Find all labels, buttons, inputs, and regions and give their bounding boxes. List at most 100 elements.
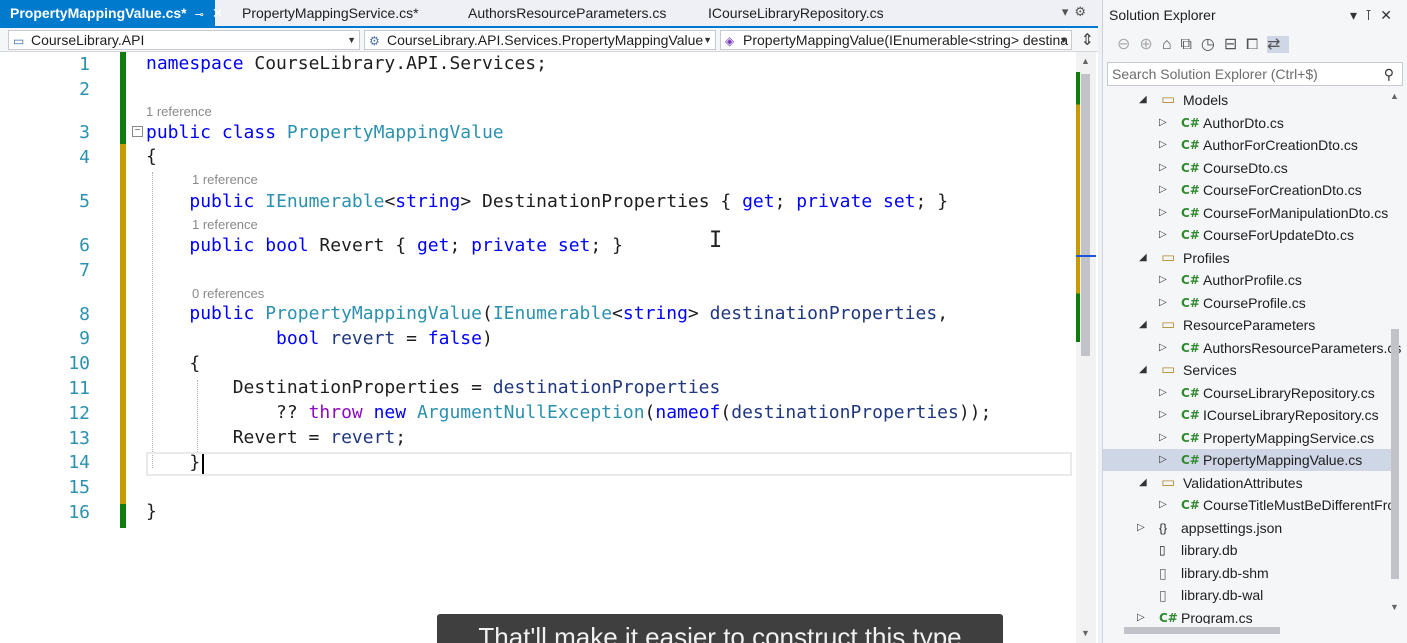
tab-property-mapping-service[interactable]: PropertyMappingService.cs* <box>232 0 442 26</box>
collapsed-arrow-icon[interactable]: ▷ <box>1159 157 1167 179</box>
close-icon[interactable]: ✕ <box>1380 7 1400 23</box>
tree-item[interactable]: ▷ C# Program.cs <box>1103 607 1393 625</box>
expanded-arrow-icon[interactable]: ◢ <box>1139 472 1147 494</box>
tree-item[interactable]: ▷ C# CourseForManipulationDto.cs <box>1103 202 1393 224</box>
tree-item[interactable]: ▷ C# AuthorProfile.cs <box>1103 269 1393 291</box>
scrollbar-thumb[interactable] <box>1391 329 1399 579</box>
scroll-up-icon[interactable]: ▲ <box>1081 56 1090 66</box>
tab-authors-resource-parameters[interactable]: AuthorsResourceParameters.cs <box>458 0 688 26</box>
csharp-file-icon: C# <box>1181 138 1200 152</box>
collapsed-arrow-icon[interactable]: ▷ <box>1137 607 1145 625</box>
solution-search-input[interactable]: Search Solution Explorer (Ctrl+$) ⚲ <box>1107 62 1403 86</box>
tab-property-mapping-value[interactable]: PropertyMappingValue.cs* ⊸ ✕ <box>0 0 224 26</box>
codelens-references[interactable]: 0 references <box>192 286 264 301</box>
expanded-arrow-icon[interactable]: ◢ <box>1139 359 1147 381</box>
sync-with-document-icon[interactable]: ⇄ <box>1267 36 1290 53</box>
show-all-files-icon[interactable]: ⧠ <box>1246 36 1267 53</box>
tree-item-label: AuthorDto.cs <box>1203 114 1284 131</box>
collapsed-arrow-icon[interactable]: ▷ <box>1159 269 1167 291</box>
collapsed-arrow-icon[interactable]: ▷ <box>1159 427 1167 449</box>
settings-gear-icon[interactable]: ⚙ <box>1074 4 1092 19</box>
tree-item-label: CourseDto.cs <box>1203 159 1288 176</box>
tree-item[interactable]: ▷ C# CourseProfile.cs <box>1103 292 1393 314</box>
saved-change-marker <box>120 52 126 96</box>
scrollbar-thumb[interactable] <box>1081 74 1090 356</box>
line-number: 14 <box>68 452 90 473</box>
pin-icon[interactable]: ⊸ <box>195 9 204 21</box>
project-dropdown[interactable]: ▭ CourseLibrary.API ▼ <box>8 30 360 50</box>
code-line-13: Revert = revert; <box>146 427 407 448</box>
scroll-up-icon[interactable]: ▲ <box>1390 91 1399 101</box>
scroll-down-icon[interactable]: ▼ <box>1390 602 1399 612</box>
code-text-area[interactable]: namespace CourseLibrary.API.Services; 1 … <box>146 52 1076 643</box>
file-icon: ▯ <box>1159 587 1167 603</box>
collapsed-arrow-icon[interactable]: ▷ <box>1159 112 1167 134</box>
collapsed-arrow-icon[interactable]: ▷ <box>1159 449 1167 471</box>
tree-item[interactable]: ◢ ▭ Profiles <box>1103 247 1393 269</box>
collapsed-arrow-icon[interactable]: ▷ <box>1159 202 1167 224</box>
codelens-references[interactable]: 1 reference <box>146 104 212 119</box>
tree-item[interactable]: ▷ C# PropertyMappingValue.cs <box>1103 449 1393 471</box>
tree-item[interactable]: ▷ C# AuthorDto.cs <box>1103 112 1393 134</box>
tree-item[interactable]: ▷ C# AuthorForCreationDto.cs <box>1103 134 1393 156</box>
forward-icon[interactable]: ⊕ <box>1139 36 1161 53</box>
collapsed-arrow-icon[interactable]: ▷ <box>1159 494 1167 516</box>
collapse-all-icon[interactable]: ⊟ <box>1224 36 1246 53</box>
tree-item[interactable]: ◢ ▭ Services <box>1103 359 1393 381</box>
tree-item[interactable]: ▷ C# CourseDto.cs <box>1103 157 1393 179</box>
tree-item[interactable]: ▷ {} appsettings.json <box>1103 517 1393 539</box>
code-line-12: ?? throw new ArgumentNullException(nameo… <box>146 402 992 423</box>
tree-item[interactable]: ▷ C# CourseTitleMustBeDifferentFro <box>1103 494 1395 516</box>
code-editor: PropertyMappingValue.cs* ⊸ ✕ PropertyMappi… <box>0 0 1098 643</box>
expanded-arrow-icon[interactable]: ◢ <box>1139 314 1147 336</box>
solution-explorer-title: Solution Explorer <box>1109 7 1216 23</box>
home-icon[interactable]: ⌂ <box>1162 36 1181 53</box>
tree-item[interactable]: ▷ C# ICourseLibraryRepository.cs <box>1103 404 1393 426</box>
switch-views-icon[interactable]: ⧉ <box>1180 36 1200 53</box>
collapsed-arrow-icon[interactable]: ▷ <box>1159 292 1167 314</box>
pin-icon[interactable]: ⊺ <box>1365 7 1380 23</box>
type-dropdown[interactable]: ⚙ CourseLibrary.API.Services.PropertyMapp… <box>364 30 716 50</box>
editor-vertical-scrollbar[interactable]: ▲ ▼ <box>1076 52 1096 643</box>
csharp-file-icon: C# <box>1181 205 1200 220</box>
split-editor-icon[interactable]: ⇕ <box>1081 30 1094 50</box>
tree-item[interactable]: ▯ library.db <box>1103 539 1393 561</box>
collapsed-arrow-icon[interactable]: ▷ <box>1137 517 1145 539</box>
tab-icourse-library-repository[interactable]: ICourseLibraryRepository.cs <box>698 0 928 26</box>
codelens-references[interactable]: 1 reference <box>192 172 258 187</box>
collapsed-arrow-icon[interactable]: ▷ <box>1159 337 1167 359</box>
search-icon[interactable]: ⚲ <box>1384 63 1394 85</box>
solution-explorer-vertical-scrollbar[interactable]: ▲ ▼ <box>1388 89 1402 624</box>
panel-menu-icon[interactable]: ▾ <box>1350 7 1365 23</box>
line-number: 3 <box>79 122 90 143</box>
tree-item[interactable]: ▷ C# PropertyMappingService.cs <box>1103 427 1393 449</box>
tab-list-dropdown-icon[interactable]: ▾ <box>1062 4 1075 19</box>
tree-item[interactable]: ▷ C# CourseLibraryRepository.cs <box>1103 382 1393 404</box>
close-icon[interactable]: ✕ <box>212 5 224 21</box>
scrollbar-thumb[interactable] <box>1124 627 1280 634</box>
solution-explorer-horizontal-scrollbar[interactable] <box>1108 624 1388 636</box>
member-dropdown[interactable]: ◈ PropertyMappingValue(IEnumerable<string… <box>720 30 1072 50</box>
back-icon[interactable]: ⊖ <box>1117 36 1139 53</box>
scroll-down-icon[interactable]: ▼ <box>1081 628 1090 638</box>
tree-item[interactable]: ▯ library.db-wal <box>1103 584 1393 606</box>
codelens-references[interactable]: 1 reference <box>192 217 258 232</box>
tree-item[interactable]: ◢ ▭ Models <box>1103 89 1393 111</box>
collapsed-arrow-icon[interactable]: ▷ <box>1159 382 1167 404</box>
tree-item[interactable]: ▷ C# CourseForCreationDto.cs <box>1103 179 1393 201</box>
expanded-arrow-icon[interactable]: ◢ <box>1139 247 1147 269</box>
collapsed-arrow-icon[interactable]: ▷ <box>1159 224 1167 246</box>
tree-item[interactable]: ▷ C# CourseForUpdateDto.cs <box>1103 224 1393 246</box>
tree-item[interactable]: ▷ C# AuthorsResourceParameters.cs <box>1103 337 1401 359</box>
pending-changes-icon[interactable]: ◷ <box>1201 36 1224 53</box>
collapsed-arrow-icon[interactable]: ▷ <box>1159 179 1167 201</box>
tree-item[interactable]: ▯ library.db-shm <box>1103 562 1393 584</box>
solution-explorer-panel: Solution Explorer ▾⊺✕ ⊖⊕⌂⧉◷⊟⧠⇄ Search So… <box>1102 0 1407 643</box>
expanded-arrow-icon[interactable]: ◢ <box>1139 89 1147 111</box>
collapsed-arrow-icon[interactable]: ▷ <box>1159 404 1167 426</box>
collapsed-arrow-icon[interactable]: ▷ <box>1159 134 1167 156</box>
caret-position-marker <box>1076 255 1096 257</box>
tree-item[interactable]: ◢ ▭ ValidationAttributes <box>1103 472 1393 494</box>
collapse-region-icon[interactable]: − <box>132 126 143 137</box>
tree-item[interactable]: ◢ ▭ ResourceParameters <box>1103 314 1393 336</box>
